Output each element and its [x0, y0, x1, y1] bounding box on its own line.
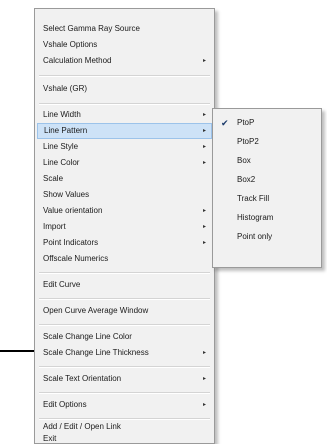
menu-item-line-pattern[interactable]: Line Pattern ▸	[37, 123, 212, 139]
menu-item-label: Scale Text Orientation	[43, 374, 122, 383]
submenu-arrow-icon: ▸	[202, 350, 206, 356]
menu-item-label: Line Pattern	[44, 126, 88, 135]
menu-item-edit-curve[interactable]: Edit Curve	[37, 277, 212, 293]
submenu-item-label: PtoP	[237, 118, 255, 127]
menu-item-line-color[interactable]: Line Color ▸	[37, 155, 212, 171]
submenu-item-label: Track Fill	[237, 194, 270, 203]
menu-separator	[39, 366, 210, 368]
menu-item-label: Vshale (GR)	[43, 84, 88, 93]
menu-item-label: Import	[43, 222, 66, 231]
menu-item-value-orientation[interactable]: Value orientation ▸	[37, 203, 212, 219]
menu-item-label: Value orientation	[43, 206, 103, 215]
submenu-item-label: Point only	[237, 232, 273, 241]
context-menu: Select Gamma Ray Source Vshale Options C…	[34, 8, 215, 444]
menu-separator	[39, 298, 210, 300]
check-icon: ✔	[221, 118, 229, 128]
menu-item-label: Scale Change Line Thickness	[43, 348, 149, 357]
menu-item-label: Scale	[43, 174, 64, 183]
submenu-arrow-icon: ▸	[202, 144, 206, 150]
menu-separator	[39, 324, 210, 326]
menu-separator	[39, 103, 210, 105]
screen: Select Gamma Ray Source Vshale Options C…	[0, 0, 327, 444]
menu-item-select-gamma-ray-source[interactable]: Select Gamma Ray Source	[37, 21, 212, 37]
submenu-arrow-icon: ▸	[202, 128, 206, 134]
submenu-item-track-fill[interactable]: Track Fill	[215, 191, 319, 207]
menu-item-label: Line Width	[43, 110, 81, 119]
submenu-item-box2[interactable]: Box2	[215, 172, 319, 188]
submenu-item-ptop[interactable]: ✔ PtoP	[215, 115, 319, 131]
menu-separator	[39, 272, 210, 274]
submenu-arrow-icon: ▸	[202, 58, 206, 64]
menu-item-scale-change-line-color[interactable]: Scale Change Line Color	[37, 329, 212, 345]
menu-item-label: Line Color	[43, 158, 80, 167]
menu-separator	[39, 392, 210, 394]
menu-item-label: Line Style	[43, 142, 79, 151]
menu-item-line-width[interactable]: Line Width ▸	[37, 107, 212, 123]
line-pattern-submenu: ✔ PtoP PtoP2 Box Box2 Track Fill Histogra…	[212, 108, 322, 268]
menu-item-import[interactable]: Import ▸	[37, 219, 212, 235]
menu-item-label: Point Indicators	[43, 238, 99, 247]
menu-item-scale[interactable]: Scale	[37, 171, 212, 187]
menu-item-label: Exit	[43, 434, 57, 443]
menu-item-label: Scale Change Line Color	[43, 332, 132, 341]
menu-item-exit[interactable]: Exit	[37, 431, 212, 444]
submenu-item-label: Box	[237, 156, 251, 165]
menu-item-edit-options[interactable]: Edit Options ▸	[37, 397, 212, 413]
menu-item-label: Vshale Options	[43, 40, 98, 49]
menu-item-label: Show Values	[43, 190, 90, 199]
menu-item-offscale-numerics[interactable]: Offscale Numerics	[37, 251, 212, 267]
menu-item-label: Open Curve Average Window	[43, 306, 149, 315]
menu-item-label: Edit Curve	[43, 280, 81, 289]
menu-item-vshale-options[interactable]: Vshale Options	[37, 37, 212, 53]
menu-item-show-values[interactable]: Show Values	[37, 187, 212, 203]
submenu-arrow-icon: ▸	[202, 376, 206, 382]
submenu-arrow-icon: ▸	[202, 208, 206, 214]
menu-item-label: Edit Options	[43, 400, 87, 409]
submenu-arrow-icon: ▸	[202, 402, 206, 408]
submenu-item-box[interactable]: Box	[215, 153, 319, 169]
menu-item-scale-change-line-thickness[interactable]: Scale Change Line Thickness ▸	[37, 345, 212, 361]
submenu-item-label: Box2	[237, 175, 256, 184]
menu-item-label: Calculation Method	[43, 56, 112, 65]
menu-item-label: Select Gamma Ray Source	[43, 24, 140, 33]
submenu-arrow-icon: ▸	[202, 160, 206, 166]
background-line	[0, 350, 38, 352]
menu-item-open-curve-average-window[interactable]: Open Curve Average Window	[37, 303, 212, 319]
submenu-item-point-only[interactable]: Point only	[215, 229, 319, 245]
menu-item-scale-text-orientation[interactable]: Scale Text Orientation ▸	[37, 371, 212, 387]
submenu-item-label: PtoP2	[237, 137, 259, 146]
menu-item-vshale-gr[interactable]: Vshale (GR)	[37, 81, 212, 97]
submenu-item-label: Histogram	[237, 213, 274, 222]
menu-separator	[39, 75, 210, 77]
menu-item-calculation-method[interactable]: Calculation Method ▸	[37, 53, 212, 69]
submenu-item-ptop2[interactable]: PtoP2	[215, 134, 319, 150]
menu-item-line-style[interactable]: Line Style ▸	[37, 139, 212, 155]
submenu-arrow-icon: ▸	[202, 224, 206, 230]
menu-item-label: Offscale Numerics	[43, 254, 109, 263]
submenu-arrow-icon: ▸	[202, 112, 206, 118]
submenu-item-histogram[interactable]: Histogram	[215, 210, 319, 226]
submenu-arrow-icon: ▸	[202, 240, 206, 246]
menu-item-point-indicators[interactable]: Point Indicators ▸	[37, 235, 212, 251]
